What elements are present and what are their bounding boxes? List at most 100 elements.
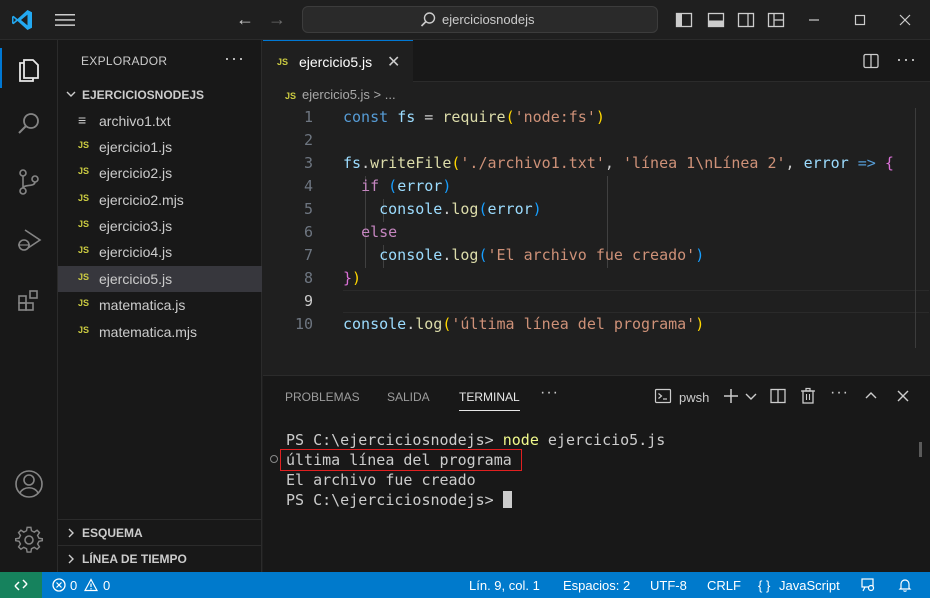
tab-terminal[interactable]: TERMINAL bbox=[459, 390, 520, 411]
shell-name[interactable]: pwsh bbox=[679, 390, 709, 405]
trash-icon[interactable] bbox=[798, 386, 818, 406]
chevron-right-icon bbox=[68, 528, 74, 538]
back-arrow-icon[interactable]: ← bbox=[236, 9, 254, 30]
toggle-sidebar-icon[interactable] bbox=[674, 10, 694, 30]
forward-arrow-icon[interactable]: → bbox=[268, 9, 286, 30]
run-debug-icon bbox=[18, 229, 42, 251]
chevron-down-icon bbox=[66, 91, 76, 97]
encoding[interactable]: UTF-8 bbox=[650, 578, 687, 593]
tab-problems[interactable]: PROBLEMAS bbox=[285, 390, 360, 404]
tab-output[interactable]: SALIDA bbox=[387, 390, 430, 404]
toggle-secondary-sidebar-icon[interactable] bbox=[736, 10, 756, 30]
editor-scrollbar[interactable] bbox=[915, 108, 916, 348]
line-number: 1 bbox=[303, 108, 313, 126]
close-tab-icon[interactable]: ✕ bbox=[387, 52, 400, 72]
split-terminal-icon[interactable] bbox=[768, 386, 788, 406]
editor-more-actions[interactable]: ··· bbox=[896, 49, 917, 70]
timeline-section[interactable]: LÍNEA DE TIEMPO bbox=[58, 545, 262, 571]
cursor-position[interactable]: Lín. 9, col. 1 bbox=[469, 578, 540, 593]
file-item[interactable]: JS matematica.js bbox=[58, 292, 262, 318]
code-line[interactable]: 4 if (error) bbox=[263, 177, 923, 200]
explorer-more-actions[interactable]: ··· bbox=[224, 48, 245, 69]
js-file-icon: JS bbox=[78, 325, 90, 335]
breadcrumb-text: ejercicio5.js > ... bbox=[302, 87, 396, 102]
error-icon[interactable] bbox=[52, 578, 66, 592]
line-number: 3 bbox=[303, 154, 313, 172]
code-line[interactable]: 8}) bbox=[263, 269, 923, 292]
warning-count[interactable]: 0 bbox=[103, 578, 110, 593]
gear-icon bbox=[14, 526, 44, 553]
accounts-activity[interactable] bbox=[0, 460, 58, 508]
file-name: matematica.js bbox=[99, 297, 186, 313]
line-number: 2 bbox=[303, 131, 313, 149]
terminal-output: El archivo fue creado bbox=[286, 471, 476, 489]
code-line[interactable]: 9 bbox=[263, 292, 923, 315]
code-line[interactable]: 10 console.log('última línea del programa… bbox=[263, 315, 923, 338]
code-line[interactable]: 7 console.log('El archivo fue creado') bbox=[263, 246, 923, 269]
file-item[interactable]: JS ejercicio4.js bbox=[58, 239, 262, 265]
command-center-search[interactable]: ejerciciosnodejs bbox=[302, 6, 658, 33]
terminal-args: ejercicio5.js bbox=[538, 431, 666, 449]
editor-area: JS ejercicio5.js ✕ ··· JS ejercicio5.js >… bbox=[263, 40, 930, 374]
close-window-icon[interactable] bbox=[893, 8, 917, 32]
panel-more-actions[interactable]: ··· bbox=[540, 384, 559, 402]
extensions-activity[interactable] bbox=[0, 276, 58, 324]
breadcrumb[interactable]: JS ejercicio5.js > ... bbox=[285, 87, 396, 102]
remote-indicator[interactable] bbox=[0, 572, 42, 598]
activity-bar bbox=[0, 40, 58, 572]
indentation[interactable]: Espacios: 2 bbox=[563, 578, 630, 593]
maximize-icon[interactable] bbox=[848, 8, 872, 32]
folder-ejerciciosnodejs[interactable]: EJERCICIOSNODEJS bbox=[58, 84, 262, 106]
code-line[interactable]: 3 fs.writeFile('./archivo1.txt', 'línea 1… bbox=[263, 154, 923, 177]
line-number: 6 bbox=[303, 223, 313, 241]
search-activity[interactable] bbox=[0, 100, 58, 148]
file-name: ejercicio2.mjs bbox=[99, 192, 184, 208]
run-debug-activity[interactable] bbox=[0, 216, 58, 264]
bottom-panel: PROBLEMAS SALIDA TERMINAL ··· pwsh ··· P… bbox=[263, 375, 930, 572]
terminal-line[interactable]: PS C:\ejerciciosnodejs> bbox=[286, 491, 512, 509]
file-item[interactable]: JS ejercicio3.js bbox=[58, 213, 262, 239]
explorer-activity[interactable] bbox=[0, 44, 58, 92]
tab-label: ejercicio5.js bbox=[299, 54, 373, 70]
line-number: 5 bbox=[303, 200, 313, 218]
warning-icon[interactable] bbox=[84, 578, 98, 592]
code-line[interactable]: 6 else bbox=[263, 223, 923, 246]
terminal-scrollbar[interactable] bbox=[919, 442, 922, 457]
toggle-panel-icon[interactable] bbox=[706, 10, 726, 30]
end-of-line[interactable]: CRLF bbox=[707, 578, 741, 593]
customize-layout-icon[interactable] bbox=[766, 10, 786, 30]
tab-ejercicio5[interactable]: JS ejercicio5.js ✕ bbox=[263, 40, 413, 83]
title-bar: ← → ejerciciosnodejs bbox=[0, 0, 930, 40]
code-line[interactable]: 5 console.log(error) bbox=[263, 200, 923, 223]
split-editor-icon[interactable] bbox=[861, 51, 881, 71]
new-terminal-icon[interactable] bbox=[721, 386, 741, 406]
terminal-cursor bbox=[502, 491, 512, 508]
menu-icon[interactable] bbox=[54, 10, 76, 30]
minimize-icon[interactable] bbox=[802, 8, 826, 32]
file-item[interactable]: JS ejercicio2.js bbox=[58, 160, 262, 186]
language-mode[interactable]: JavaScript bbox=[779, 578, 840, 593]
line-number: 9 bbox=[303, 292, 313, 310]
feedback-icon[interactable] bbox=[860, 577, 876, 593]
outline-section[interactable]: ESQUEMA bbox=[58, 519, 262, 545]
chevron-up-icon[interactable] bbox=[861, 386, 881, 406]
file-item[interactable]: JS matematica.mjs bbox=[58, 319, 262, 345]
chevron-down-icon[interactable] bbox=[741, 386, 761, 406]
manage-activity[interactable] bbox=[0, 516, 58, 564]
file-item[interactable]: ≡ archivo1.txt bbox=[58, 108, 262, 134]
code-line[interactable]: 1 const fs = require('node:fs') bbox=[263, 108, 923, 131]
terminal-more-actions[interactable]: ··· bbox=[830, 384, 849, 402]
command-decoration-icon[interactable] bbox=[270, 455, 278, 463]
file-item[interactable]: JS ejercicio2.mjs bbox=[58, 187, 262, 213]
search-icon bbox=[420, 12, 436, 27]
file-item-selected[interactable]: JS ejercicio5.js bbox=[58, 266, 262, 292]
file-item[interactable]: JS ejercicio1.js bbox=[58, 134, 262, 160]
bell-icon[interactable] bbox=[897, 577, 913, 593]
code-line[interactable]: 2 bbox=[263, 131, 923, 154]
vscode-logo-icon[interactable] bbox=[10, 8, 34, 32]
terminal-prompt: PS C:\ejerciciosnodejs> bbox=[286, 431, 503, 449]
error-count[interactable]: 0 bbox=[70, 578, 77, 593]
close-panel-icon[interactable] bbox=[893, 386, 913, 406]
status-bar: 0 0 Lín. 9, col. 1 Espacios: 2 UTF-8 CRL… bbox=[0, 572, 930, 598]
source-control-activity[interactable] bbox=[0, 158, 58, 206]
